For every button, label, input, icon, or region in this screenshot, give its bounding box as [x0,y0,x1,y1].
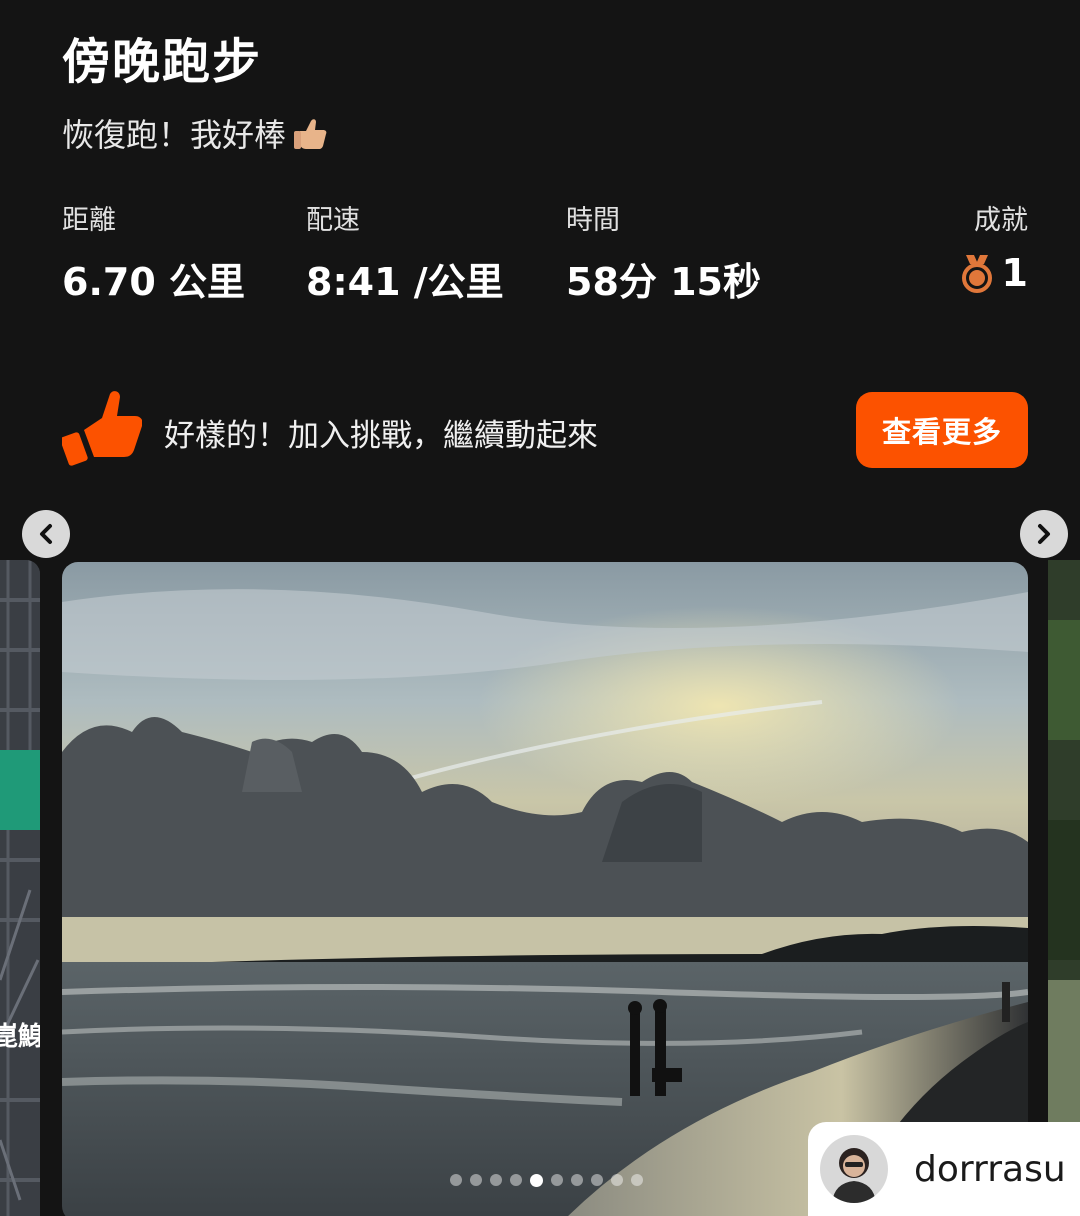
next-photo-thumbnail[interactable] [1048,560,1080,1216]
chevron-left-icon [40,524,52,544]
avatar-image [820,1135,888,1203]
see-more-button[interactable]: 查看更多 [856,392,1028,468]
carousel-dot[interactable] [450,1174,462,1186]
thumbs-up-icon [62,391,142,466]
stat-achievements-row: 1 [960,251,1028,295]
stat-achievements-value: 1 [1001,251,1028,295]
author-username[interactable]: dorrrasu [914,1149,1066,1190]
activity-title: 傍晚跑步 [62,34,263,90]
carousel-dot[interactable] [530,1174,543,1187]
stat-time-value: 58分 15秒 [566,260,761,304]
carousel-dot[interactable] [470,1174,482,1186]
next-photo-graphic [1048,560,1080,1216]
carousel-dot[interactable] [571,1174,583,1186]
carousel-dot[interactable] [551,1174,563,1186]
stat-time-label: 時間 [566,205,620,236]
carousel-dot[interactable] [490,1174,502,1186]
stat-pace-value: 8:41 /公里 [306,260,504,304]
stat-distance: 距離 6.70 公里 [62,198,245,306]
carousel-prev-button[interactable] [22,510,70,558]
stat-distance-label: 距離 [62,205,116,236]
promo-text: 好樣的！加入挑戰，繼續動起來 [164,418,598,454]
activity-description-text: 恢復跑！我好棒 [62,116,287,154]
carousel-dot[interactable] [591,1174,603,1186]
beach-sunset-photo [62,562,1028,1216]
media-carousel[interactable]: 崑鯓 [0,560,1080,1216]
thumbs-up-emoji-icon [294,119,327,149]
route-map-thumbnail[interactable]: 崑鯓 [0,560,40,1216]
challenge-promo: 好樣的！加入挑戰，繼續動起來 查看更多 [62,388,1028,472]
carousel-next-button[interactable] [1020,510,1068,558]
stat-achievements[interactable]: 成就 1 [960,198,1028,295]
avatar[interactable] [820,1135,888,1203]
medal-icon [961,255,992,293]
map-graphic [0,560,40,1216]
stat-time: 時間 58分 15秒 [566,198,761,306]
activity-description: 恢復跑！我好棒 [62,110,330,156]
map-place-label: 崑鯓 [0,1022,40,1052]
chevron-right-icon [1038,524,1050,544]
carousel-dot[interactable] [631,1174,643,1186]
author-chip[interactable]: dorrrasu [808,1122,1080,1216]
activity-stats: 距離 6.70 公里 配速 8:41 /公里 時間 58分 15秒 成就 1 [62,198,1028,308]
stat-pace: 配速 8:41 /公里 [306,198,504,306]
stat-achievements-label: 成就 [974,205,1028,236]
carousel-pagination [450,1174,643,1187]
activity-photo[interactable] [62,562,1028,1216]
stat-pace-label: 配速 [306,205,360,236]
stat-distance-value: 6.70 公里 [62,260,245,304]
carousel-dot[interactable] [510,1174,522,1186]
carousel-dot[interactable] [611,1174,623,1186]
